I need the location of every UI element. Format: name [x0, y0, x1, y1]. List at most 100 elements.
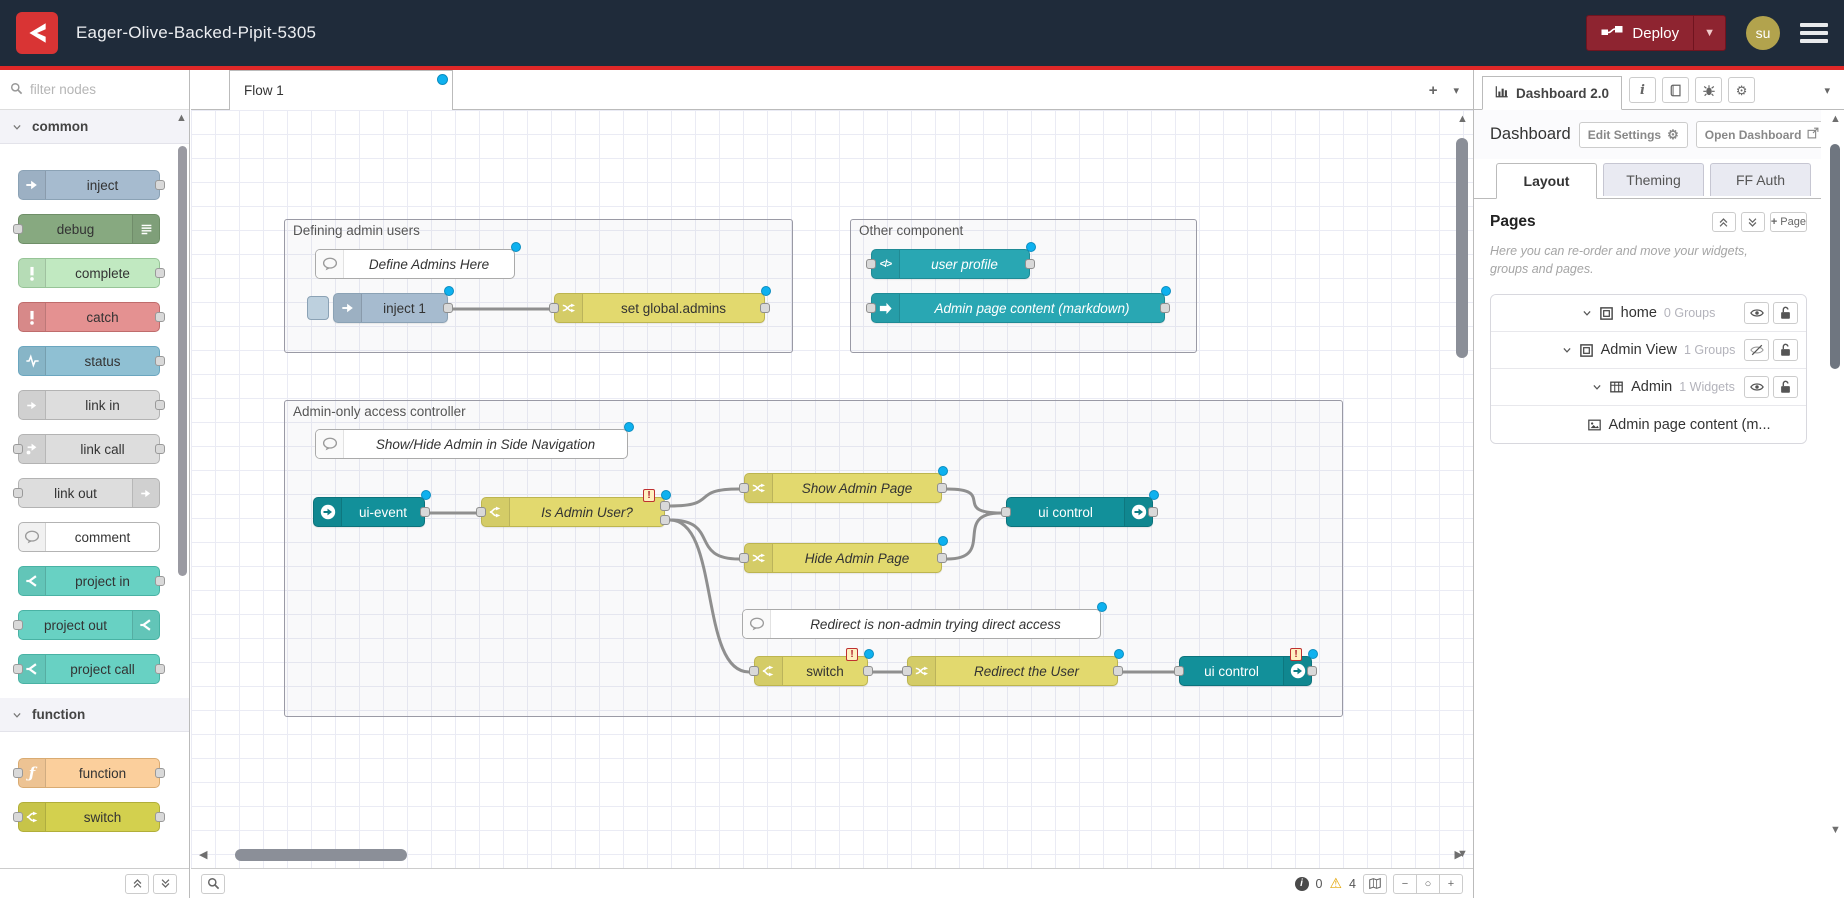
zoom-reset-button[interactable]: ○: [1416, 874, 1440, 894]
scroll-right-icon[interactable]: ▶: [1455, 850, 1463, 861]
palette-scrollbar[interactable]: ▲: [178, 110, 188, 868]
tab-theming[interactable]: Theming: [1603, 163, 1704, 196]
deploy-button[interactable]: Deploy ▼: [1586, 15, 1726, 51]
palette-node-link-call[interactable]: link call: [18, 434, 160, 464]
palette-node-status[interactable]: status: [18, 346, 160, 376]
node-port-output[interactable]: [937, 553, 947, 563]
comment-node[interactable]: Show/Hide Admin in Side Navigation: [315, 429, 628, 459]
tab-ff-auth[interactable]: FF Auth: [1710, 163, 1811, 196]
tab-config-button[interactable]: ⚙: [1728, 77, 1755, 103]
ui-template-node[interactable]: Admin page content (markdown): [871, 293, 1165, 323]
node-port-input[interactable]: [1001, 507, 1011, 517]
node-port-output[interactable]: [660, 501, 670, 511]
node-port-output[interactable]: [760, 303, 770, 313]
palette-node-link-in[interactable]: link in: [18, 390, 160, 420]
user-avatar[interactable]: su: [1746, 16, 1780, 50]
open-dashboard-button[interactable]: Open Dashboard: [1696, 121, 1821, 148]
tab-help-button[interactable]: [1662, 77, 1689, 103]
palette-node-project-call[interactable]: project call: [18, 654, 160, 684]
node-port-output[interactable]: [660, 515, 670, 525]
tab-dashboard-2[interactable]: Dashboard 2.0: [1482, 76, 1622, 110]
change-node[interactable]: Redirect the User: [907, 656, 1118, 686]
tab-info-button[interactable]: i: [1629, 77, 1656, 103]
node-port-output[interactable]: [1113, 666, 1123, 676]
scroll-left-icon[interactable]: ◀: [199, 850, 207, 861]
collapse-all-button[interactable]: [1712, 212, 1736, 232]
palette-collapse-all-button[interactable]: [125, 874, 149, 894]
palette-node-debug[interactable]: debug: [18, 214, 160, 244]
tree-row-admin-view[interactable]: Admin View1 Groups: [1491, 332, 1806, 369]
tab-flow-1[interactable]: Flow 1: [229, 70, 453, 110]
add-page-button[interactable]: +Page: [1770, 212, 1807, 232]
node-port-input[interactable]: [476, 507, 486, 517]
sidebar-scrollbar[interactable]: ▲ ▼: [1829, 110, 1841, 898]
node-port-output[interactable]: [1307, 666, 1317, 676]
palette-scrollbar-thumb[interactable]: [178, 146, 187, 576]
node-port-input[interactable]: [749, 666, 759, 676]
palette-node-comment[interactable]: comment: [18, 522, 160, 552]
node-port-input[interactable]: [866, 259, 876, 269]
zoom-in-button[interactable]: +: [1439, 874, 1463, 894]
expand-all-button[interactable]: [1741, 212, 1765, 232]
palette-node-project-in[interactable]: project in: [18, 566, 160, 596]
palette-node-switch[interactable]: switch: [18, 802, 160, 832]
deploy-options-caret[interactable]: ▼: [1693, 16, 1725, 50]
ui-control-node[interactable]: ui control: [1006, 497, 1153, 527]
inject-trigger-button[interactable]: [307, 296, 329, 320]
node-port-input[interactable]: [866, 303, 876, 313]
flow-group-g1[interactable]: Defining admin users: [284, 219, 793, 353]
palette-category-function[interactable]: function: [0, 698, 189, 732]
tab-layout[interactable]: Layout: [1496, 163, 1597, 199]
switch-node[interactable]: switch!: [754, 656, 868, 686]
node-port-output[interactable]: [1160, 303, 1170, 313]
flow-canvas[interactable]: ▲ ▼ ◀ ▶ Defining admin users Other compon…: [191, 110, 1473, 868]
node-port-output[interactable]: [420, 507, 430, 517]
sidebar-tabs-caret[interactable]: ▾: [1824, 84, 1836, 97]
node-port-input[interactable]: [739, 483, 749, 493]
visibility-toggle-button[interactable]: [1744, 302, 1769, 324]
edit-settings-button[interactable]: Edit Settings⚙: [1579, 122, 1688, 148]
palette-node-link-out[interactable]: link out: [18, 478, 160, 508]
canvas-hscroll-thumb[interactable]: [235, 849, 407, 861]
flow-list-caret[interactable]: ▾: [1453, 84, 1459, 97]
scroll-down-icon[interactable]: ▼: [1830, 825, 1841, 836]
node-port-input[interactable]: [902, 666, 912, 676]
toggle-navigator-button[interactable]: [1363, 874, 1387, 894]
change-node[interactable]: set global.admins: [554, 293, 765, 323]
visibility-toggle-button[interactable]: [1744, 339, 1769, 361]
node-port-input[interactable]: [1174, 666, 1184, 676]
node-port-output[interactable]: [1148, 507, 1158, 517]
palette-category-common[interactable]: common: [0, 110, 189, 144]
node-port-output[interactable]: [1025, 259, 1035, 269]
tree-row-admin[interactable]: Admin1 Widgets: [1491, 369, 1806, 406]
lock-toggle-button[interactable]: [1773, 376, 1798, 398]
canvas-vscrollbar[interactable]: ▲ ▼: [1455, 114, 1469, 844]
palette-node-function[interactable]: ƒfunction: [18, 758, 160, 788]
node-port-output[interactable]: [443, 303, 453, 313]
tree-row-admin-page-content-m-[interactable]: Admin page content (m...: [1491, 406, 1806, 443]
palette-node-complete[interactable]: complete: [18, 258, 160, 288]
scroll-up-icon[interactable]: ▲: [1830, 114, 1841, 125]
node-port-input[interactable]: [549, 303, 559, 313]
node-port-input[interactable]: [739, 553, 749, 563]
comment-node[interactable]: Redirect is non-admin trying direct acce…: [742, 609, 1101, 639]
zoom-out-button[interactable]: −: [1393, 874, 1417, 894]
palette-expand-all-button[interactable]: [153, 874, 177, 894]
switch-node[interactable]: Is Admin User?!: [481, 497, 665, 527]
scroll-up-icon[interactable]: ▲: [176, 112, 187, 124]
lock-toggle-button[interactable]: [1773, 302, 1798, 324]
sidebar-scrollbar-thumb[interactable]: [1830, 144, 1840, 369]
canvas-vscroll-thumb[interactable]: [1456, 138, 1468, 358]
inject-node[interactable]: inject 1: [333, 293, 448, 323]
canvas-hscrollbar[interactable]: ◀ ▶: [199, 848, 1449, 862]
ui-control-node[interactable]: ui control!: [1179, 656, 1312, 686]
change-node[interactable]: Show Admin Page: [744, 473, 942, 503]
comment-node[interactable]: Define Admins Here: [315, 249, 515, 279]
visibility-toggle-button[interactable]: [1744, 376, 1769, 398]
canvas-search-button[interactable]: [201, 874, 225, 894]
flow-group-g2[interactable]: Other component: [850, 219, 1197, 353]
scroll-up-icon[interactable]: ▲: [1457, 114, 1468, 125]
palette-node-inject[interactable]: inject: [18, 170, 160, 200]
tab-debug-button[interactable]: [1695, 77, 1722, 103]
node-port-output[interactable]: [863, 666, 873, 676]
